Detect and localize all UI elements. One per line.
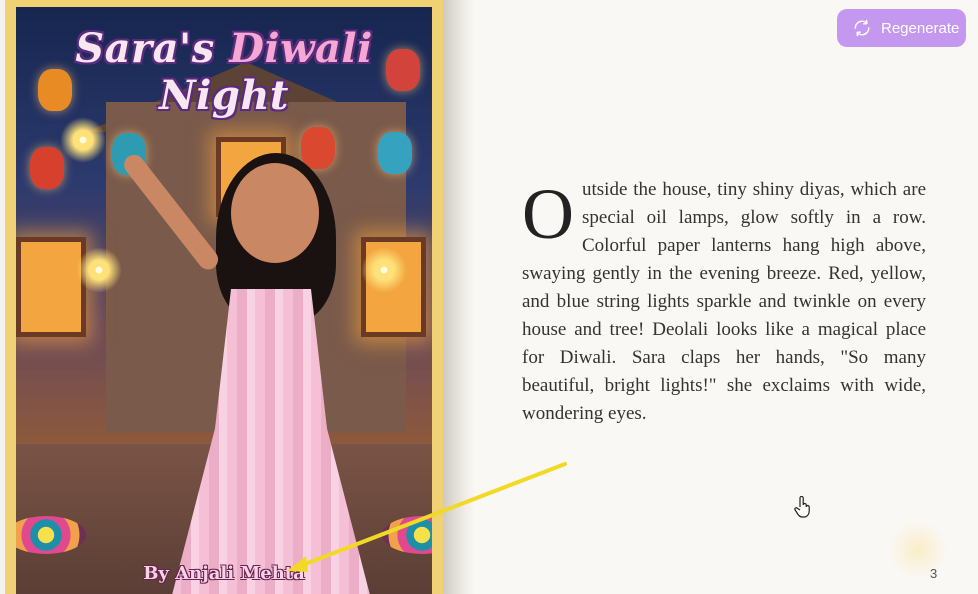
- cover-author: By Anjali Mehta: [143, 563, 305, 584]
- lantern-illustration: [378, 132, 412, 174]
- page-corner-glow: [888, 520, 948, 580]
- book-gutter: [443, 0, 475, 594]
- story-body: utside the house, tiny shiny diyas, whic…: [522, 179, 926, 424]
- cover-title: Sara's Diwali Night: [75, 25, 373, 119]
- book-cover: Sara's Diwali Night By Anjali Mehta: [16, 7, 432, 594]
- sparkler-illustration: [361, 247, 407, 293]
- lantern-illustration: [30, 147, 64, 189]
- regenerate-label: Regenerate: [881, 19, 960, 37]
- regenerate-button[interactable]: Regenerate: [837, 9, 966, 47]
- sparkler-illustration: [60, 117, 106, 163]
- house-window: [16, 237, 86, 337]
- girl-face: [231, 163, 319, 263]
- lantern-illustration: [301, 127, 335, 169]
- sparkler-illustration: [76, 247, 122, 293]
- page-number: 3: [930, 566, 938, 581]
- drop-cap: O: [522, 174, 574, 254]
- refresh-icon: [854, 19, 870, 37]
- hand-cursor-icon: [794, 496, 810, 518]
- story-text: Outside the house, tiny shiny diyas, whi…: [522, 176, 926, 428]
